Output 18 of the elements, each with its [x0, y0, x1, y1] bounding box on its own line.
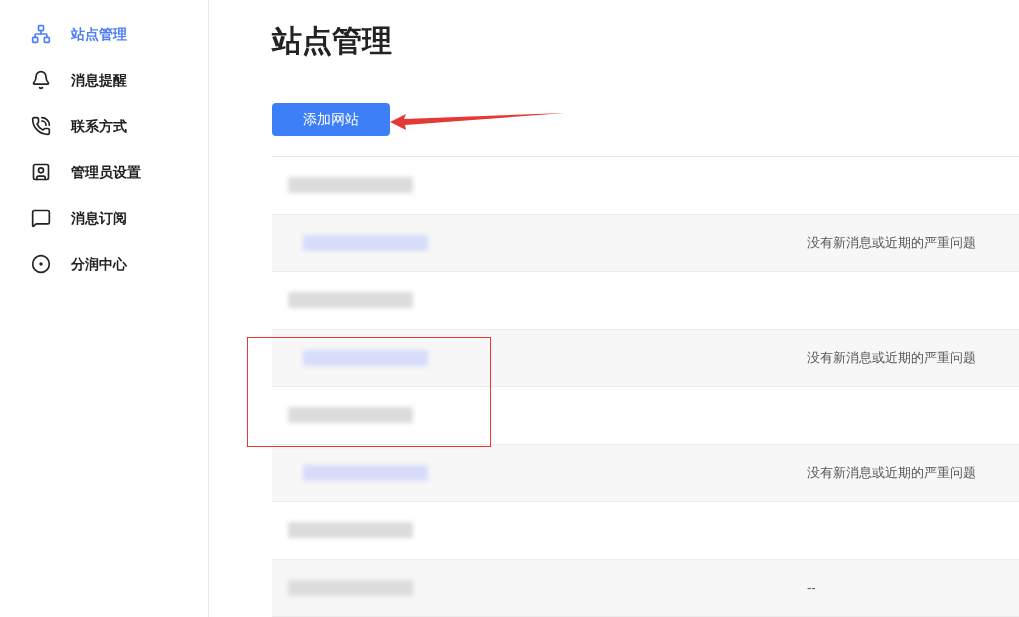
user-card-icon — [31, 162, 51, 182]
network-icon — [31, 24, 51, 44]
sidebar-item[interactable]: 站点管理 — [0, 22, 208, 46]
page-title: 站点管理 — [272, 23, 392, 59]
status-text: 没有新消息或近期的严重问题 — [807, 464, 976, 482]
phone-icon — [31, 116, 51, 136]
sidebar-item[interactable]: 管理员设置 — [0, 160, 208, 184]
sidebar-item[interactable]: 消息提醒 — [0, 68, 208, 92]
add-site-button[interactable]: 添加网站 — [272, 103, 390, 136]
status-text: 没有新消息或近期的严重问题 — [807, 349, 976, 367]
message-icon — [31, 208, 51, 228]
status-text: -- — [807, 579, 816, 597]
sidebar-item[interactable]: 分润中心 — [0, 252, 208, 276]
status-text: 没有新消息或近期的严重问题 — [807, 234, 976, 252]
sidebar-item[interactable]: 消息订阅 — [0, 206, 208, 230]
bell-icon — [31, 70, 51, 90]
sidebar-item[interactable]: 联系方式 — [0, 114, 208, 138]
circle-icon — [31, 254, 51, 274]
